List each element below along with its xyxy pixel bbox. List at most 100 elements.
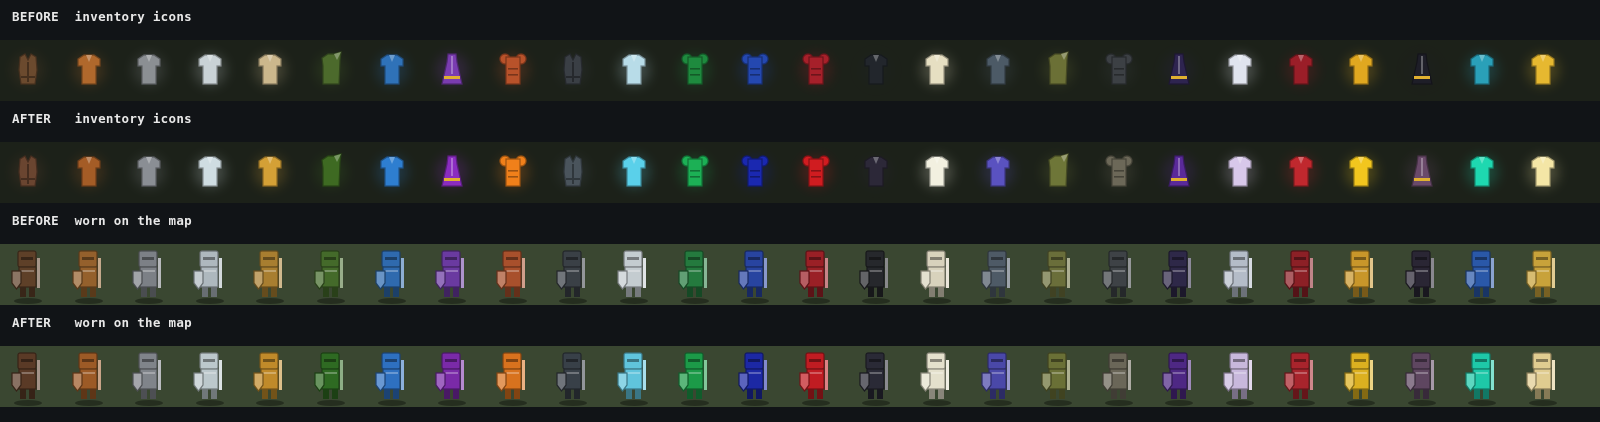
teal-armored-character	[1462, 244, 1502, 305]
steel-armored-character	[190, 346, 230, 407]
icon-strip	[0, 142, 1600, 203]
obsidian-plate-armor-icon	[1099, 142, 1139, 203]
moss-armored-character	[311, 346, 351, 407]
dark-robe-armor-icon	[1402, 142, 1442, 203]
slate-mail-armor-icon	[978, 40, 1018, 101]
void-armored-character	[1159, 244, 1199, 305]
void-robe-armor-icon	[1159, 142, 1199, 203]
emerald-plate-armor-icon	[675, 142, 715, 203]
bronze-armored-character	[69, 244, 109, 305]
sun-armored-character	[1523, 244, 1563, 305]
iron-chain-armor-icon	[129, 40, 169, 101]
section-label: AFTER inventory icons	[12, 111, 192, 126]
frost-armored-character	[614, 346, 654, 407]
section-before-inventory: BEFORE inventory icons	[0, 0, 1600, 102]
shadow-tunic-armor-icon	[856, 40, 896, 101]
map-strip	[0, 244, 1600, 305]
copper-plate-armor-icon	[493, 142, 533, 203]
blue-tunic-armor-icon	[372, 40, 412, 101]
canvas-armored-character	[250, 244, 290, 305]
dark-robe-armor-icon	[1402, 40, 1442, 101]
map-strip	[0, 346, 1600, 407]
ivory-tunic-armor-icon	[917, 142, 957, 203]
iron-armored-character	[129, 346, 169, 407]
bronze-chain-armor-icon	[69, 142, 109, 203]
teal-tunic-armor-icon	[1462, 40, 1502, 101]
bronze-chain-armor-icon	[69, 40, 109, 101]
purple-armored-character	[432, 244, 472, 305]
ivory-tunic-armor-icon	[917, 40, 957, 101]
crimson-armored-character	[796, 244, 836, 305]
moss-armored-character	[311, 244, 351, 305]
crimson-plate-armor-icon	[796, 40, 836, 101]
gold-armored-character	[1341, 346, 1381, 407]
shadow-tunic-armor-icon	[856, 142, 896, 203]
leather-armored-character	[8, 244, 48, 305]
sun-tunic-armor-icon	[1523, 40, 1563, 101]
silver-armored-character	[1220, 244, 1260, 305]
crimson-armored-character	[796, 346, 836, 407]
black-iron-armor-icon	[553, 40, 593, 101]
slate-armored-character	[978, 244, 1018, 305]
dark-armored-character	[1402, 244, 1442, 305]
silver-tunic-armor-icon	[1220, 40, 1260, 101]
leather-armored-character	[8, 346, 48, 407]
ruby-tunic-armor-icon	[1281, 142, 1321, 203]
comparison-sheet: BEFORE inventory icons AFTER inventory i…	[0, 0, 1600, 408]
blue-armored-character	[372, 346, 412, 407]
sun-tunic-armor-icon	[1523, 142, 1563, 203]
section-after-map: AFTER worn on the map	[0, 306, 1600, 408]
moss-cloak-armor-icon	[311, 142, 351, 203]
ruby-armored-character	[1281, 244, 1321, 305]
sapphire-armored-character	[735, 346, 775, 407]
leather-vest-armor-icon	[8, 142, 48, 203]
black-iron-armor-icon	[553, 142, 593, 203]
sapphire-plate-armor-icon	[735, 142, 775, 203]
crimson-plate-armor-icon	[796, 142, 836, 203]
ruby-armored-character	[1281, 346, 1321, 407]
silver-armored-character	[1220, 346, 1260, 407]
bronze-armored-character	[69, 346, 109, 407]
sapphire-plate-armor-icon	[735, 40, 775, 101]
copper-armored-character	[493, 346, 533, 407]
teal-armored-character	[1462, 346, 1502, 407]
shadow-armored-character	[856, 346, 896, 407]
silver-tunic-armor-icon	[1220, 142, 1260, 203]
olive-cloak-armor-icon	[1038, 40, 1078, 101]
black-iron-armored-character	[553, 244, 593, 305]
gold-tunic-armor-icon	[1341, 142, 1381, 203]
purple-armored-character	[432, 346, 472, 407]
ivory-armored-character	[917, 346, 957, 407]
gold-armored-character	[1341, 244, 1381, 305]
steel-plate-armor-icon	[190, 40, 230, 101]
obsidian-plate-armor-icon	[1099, 40, 1139, 101]
obsidian-armored-character	[1099, 346, 1139, 407]
purple-robe-armor-icon	[432, 142, 472, 203]
void-armored-character	[1159, 346, 1199, 407]
iron-chain-armor-icon	[129, 142, 169, 203]
void-robe-armor-icon	[1159, 40, 1199, 101]
olive-armored-character	[1038, 346, 1078, 407]
purple-robe-armor-icon	[432, 40, 472, 101]
iron-armored-character	[129, 244, 169, 305]
sun-armored-character	[1523, 346, 1563, 407]
section-label: AFTER worn on the map	[12, 315, 192, 330]
frost-mail-armor-icon	[614, 142, 654, 203]
blue-tunic-armor-icon	[372, 142, 412, 203]
section-before-map: BEFORE worn on the map	[0, 204, 1600, 306]
moss-cloak-armor-icon	[311, 40, 351, 101]
steel-plate-armor-icon	[190, 142, 230, 203]
emerald-armored-character	[675, 244, 715, 305]
icon-strip	[0, 40, 1600, 101]
olive-cloak-armor-icon	[1038, 142, 1078, 203]
section-label: BEFORE worn on the map	[12, 213, 192, 228]
steel-armored-character	[190, 244, 230, 305]
leather-vest-armor-icon	[8, 40, 48, 101]
frost-armored-character	[614, 244, 654, 305]
copper-plate-armor-icon	[493, 40, 533, 101]
ruby-tunic-armor-icon	[1281, 40, 1321, 101]
emerald-armored-character	[675, 346, 715, 407]
copper-armored-character	[493, 244, 533, 305]
emerald-plate-armor-icon	[675, 40, 715, 101]
frost-mail-armor-icon	[614, 40, 654, 101]
